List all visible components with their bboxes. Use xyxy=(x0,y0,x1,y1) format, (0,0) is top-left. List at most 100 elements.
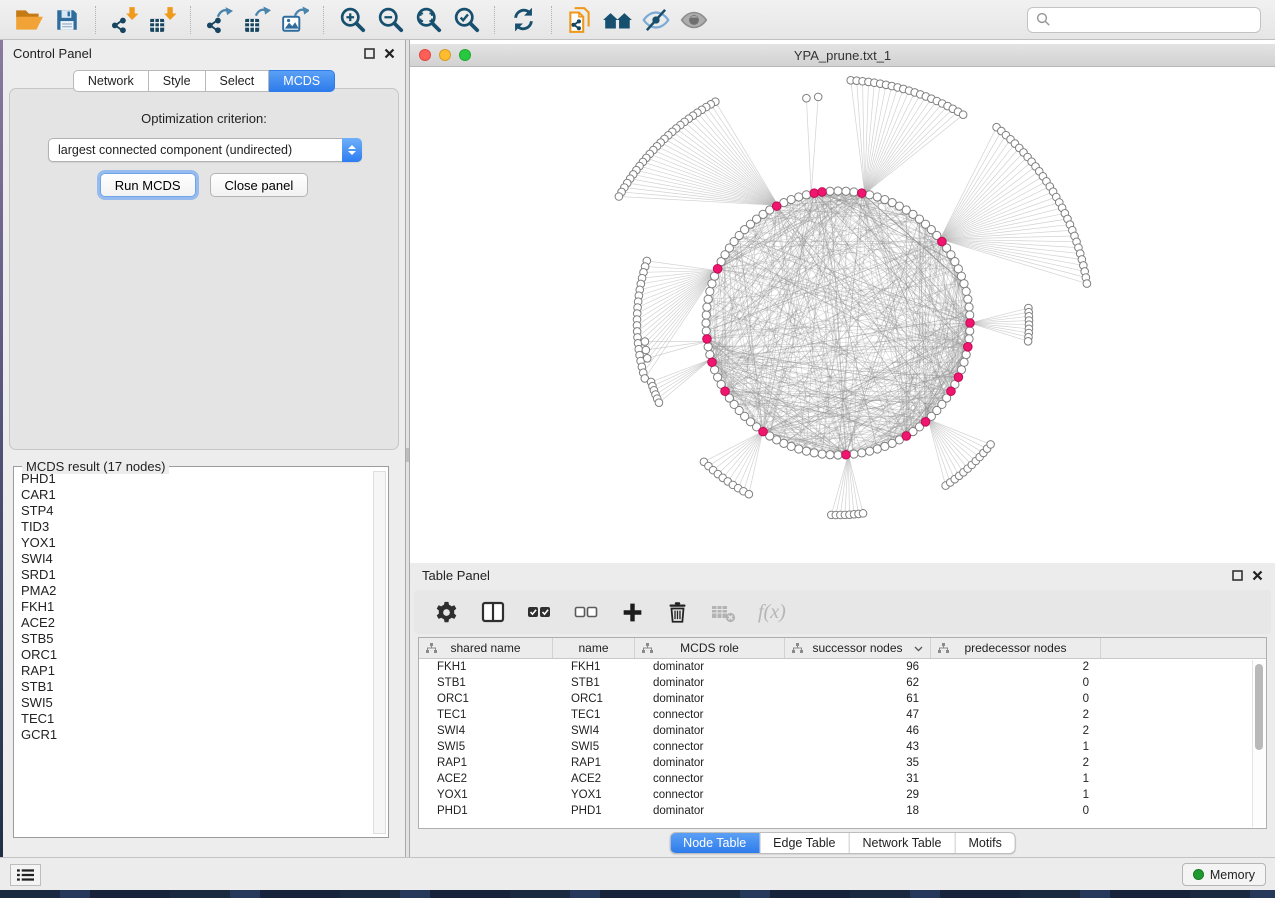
mcds-node-item[interactable]: GCR1 xyxy=(21,727,372,743)
search-box[interactable] xyxy=(1027,7,1261,33)
zoom-fit-button[interactable] xyxy=(409,3,447,37)
table-row[interactable]: TEC1TEC1connector472 xyxy=(419,707,1252,723)
cell-predecessor-nodes[interactable]: 1 xyxy=(931,773,1101,785)
export-network-button[interactable] xyxy=(200,3,238,37)
table-row[interactable]: RAP1RAP1dominator352 xyxy=(419,755,1252,771)
network-canvas[interactable] xyxy=(410,67,1275,557)
neighborhood-button[interactable] xyxy=(599,3,637,37)
mcds-result-list[interactable]: PHD1CAR1STP4TID3YOX1SWI4SRD1PMA2FKH1ACE2… xyxy=(16,471,372,835)
table-row[interactable]: STB1STB1dominator620 xyxy=(419,675,1252,691)
mcds-node-item[interactable]: TEC1 xyxy=(21,711,372,727)
cell-successor-nodes[interactable]: 96 xyxy=(785,661,931,673)
mcds-node-item[interactable]: YOX1 xyxy=(21,535,372,551)
cell-successor-nodes[interactable]: 47 xyxy=(785,709,931,721)
network-graph[interactable] xyxy=(410,67,1275,557)
cell-name[interactable]: RAP1 xyxy=(553,757,635,769)
cell-MCDS-role[interactable]: dominator xyxy=(635,677,785,689)
cell-MCDS-role[interactable]: dominator xyxy=(635,661,785,673)
table-row[interactable]: ORC1ORC1dominator610 xyxy=(419,691,1252,707)
mcds-node-item[interactable]: PHD1 xyxy=(21,471,372,487)
column-header-MCDS-role[interactable]: MCDS role xyxy=(635,638,785,658)
cell-MCDS-role[interactable]: dominator xyxy=(635,805,785,817)
cell-name[interactable]: SWI5 xyxy=(553,741,635,753)
zoom-in-button[interactable] xyxy=(333,3,371,37)
cell-name[interactable]: ACE2 xyxy=(553,773,635,785)
mcds-node-item[interactable]: FKH1 xyxy=(21,599,372,615)
tab-select[interactable]: Select xyxy=(206,70,270,92)
mcds-node-item[interactable]: SWI5 xyxy=(21,695,372,711)
cell-predecessor-nodes[interactable]: 2 xyxy=(931,709,1101,721)
table-row[interactable]: PHD1PHD1dominator180 xyxy=(419,803,1252,819)
mcds-node-item[interactable]: STB1 xyxy=(21,679,372,695)
cell-successor-nodes[interactable]: 46 xyxy=(785,725,931,737)
cell-name[interactable]: SWI4 xyxy=(553,725,635,737)
tab-network-table[interactable]: Network Table xyxy=(849,833,955,853)
cell-MCDS-role[interactable]: connector xyxy=(635,709,785,721)
table-row[interactable]: YOX1YOX1connector291 xyxy=(419,787,1252,803)
cell-successor-nodes[interactable]: 29 xyxy=(785,789,931,801)
tab-edge-table[interactable]: Edge Table xyxy=(759,833,848,853)
table-scrollbar-thumb[interactable] xyxy=(1255,664,1263,750)
tab-mcds[interactable]: MCDS xyxy=(269,70,335,92)
delete-column-trash-icon[interactable] xyxy=(666,600,689,624)
import-table-button[interactable] xyxy=(143,3,181,37)
column-header-name[interactable]: name xyxy=(553,638,635,658)
export-image-button[interactable] xyxy=(276,3,314,37)
tab-motifs[interactable]: Motifs xyxy=(954,833,1014,853)
clone-network-button[interactable] xyxy=(561,3,599,37)
import-network-button[interactable] xyxy=(105,3,143,37)
select-all-icon[interactable] xyxy=(527,600,552,624)
tab-node-table[interactable]: Node Table xyxy=(670,833,759,853)
sort-chevron-icon[interactable] xyxy=(914,646,923,652)
cell-shared-name[interactable]: RAP1 xyxy=(419,757,553,769)
cell-predecessor-nodes[interactable]: 0 xyxy=(931,677,1101,689)
cell-successor-nodes[interactable]: 35 xyxy=(785,757,931,769)
cell-predecessor-nodes[interactable]: 1 xyxy=(931,789,1101,801)
cell-MCDS-role[interactable]: connector xyxy=(635,789,785,801)
zoom-out-button[interactable] xyxy=(371,3,409,37)
cell-shared-name[interactable]: STB1 xyxy=(419,677,553,689)
mcds-node-item[interactable]: TID3 xyxy=(21,519,372,535)
table-row[interactable]: ACE2ACE2connector311 xyxy=(419,771,1252,787)
run-mcds-button[interactable]: Run MCDS xyxy=(100,173,196,197)
deselect-all-icon[interactable] xyxy=(574,600,599,624)
cell-MCDS-role[interactable]: dominator xyxy=(635,693,785,705)
mcds-node-item[interactable]: ACE2 xyxy=(21,615,372,631)
close-panel-button[interactable]: Close panel xyxy=(210,173,309,197)
cell-shared-name[interactable]: TEC1 xyxy=(419,709,553,721)
table-settings-gear-icon[interactable] xyxy=(434,600,459,625)
hide-selected-button[interactable] xyxy=(637,3,675,37)
column-header-predecessor-nodes[interactable]: predecessor nodes xyxy=(931,638,1101,658)
cell-predecessor-nodes[interactable]: 0 xyxy=(931,693,1101,705)
table-scrollbar[interactable] xyxy=(1252,660,1265,827)
mcds-node-item[interactable]: STP4 xyxy=(21,503,372,519)
float-panel-icon[interactable] xyxy=(364,48,375,59)
cell-name[interactable]: TEC1 xyxy=(553,709,635,721)
cell-name[interactable]: ORC1 xyxy=(553,693,635,705)
float-panel-icon[interactable] xyxy=(1232,570,1243,581)
refresh-button[interactable] xyxy=(504,3,542,37)
cell-successor-nodes[interactable]: 18 xyxy=(785,805,931,817)
cell-successor-nodes[interactable]: 31 xyxy=(785,773,931,785)
close-panel-icon[interactable] xyxy=(384,48,395,59)
cell-shared-name[interactable]: SWI5 xyxy=(419,741,553,753)
mcds-node-item[interactable]: CAR1 xyxy=(21,487,372,503)
cell-successor-nodes[interactable]: 43 xyxy=(785,741,931,753)
cell-predecessor-nodes[interactable]: 1 xyxy=(931,741,1101,753)
cell-shared-name[interactable]: PHD1 xyxy=(419,805,553,817)
tab-network[interactable]: Network xyxy=(73,70,149,92)
mcds-node-item[interactable]: STB5 xyxy=(21,631,372,647)
task-history-button[interactable] xyxy=(10,864,41,886)
table-row[interactable]: FKH1FKH1dominator962 xyxy=(419,659,1252,675)
cell-MCDS-role[interactable]: dominator xyxy=(635,725,785,737)
close-panel-icon[interactable] xyxy=(1252,570,1263,581)
mcds-node-item[interactable]: SWI4 xyxy=(21,551,372,567)
cell-shared-name[interactable]: SWI4 xyxy=(419,725,553,737)
memory-button[interactable]: Memory xyxy=(1182,863,1266,886)
cell-predecessor-nodes[interactable]: 2 xyxy=(931,661,1101,673)
show-all-button[interactable] xyxy=(675,3,713,37)
mcds-list-scrollbar[interactable] xyxy=(373,471,386,834)
cell-MCDS-role[interactable]: connector xyxy=(635,741,785,753)
show-columns-icon[interactable] xyxy=(481,600,505,624)
mcds-node-item[interactable]: ORC1 xyxy=(21,647,372,663)
